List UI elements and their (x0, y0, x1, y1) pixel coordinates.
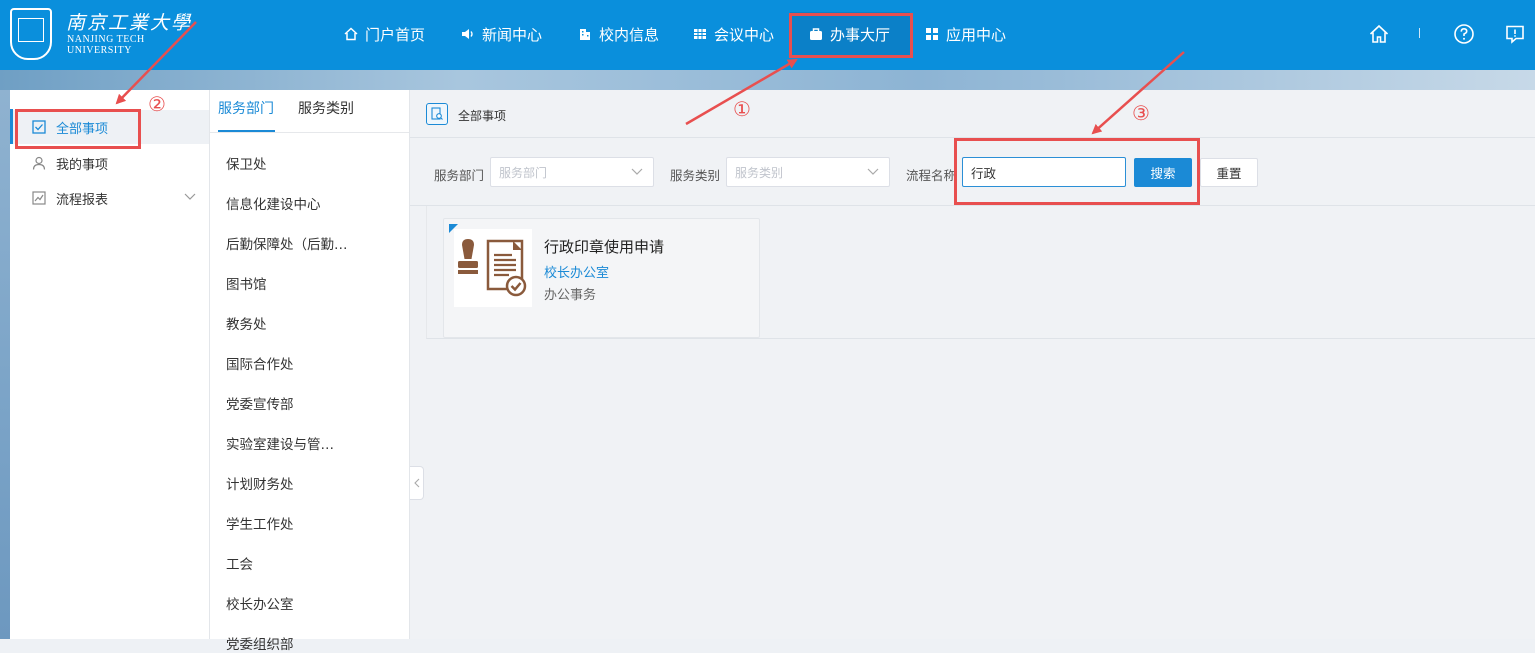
arrow-2 (115, 21, 197, 105)
annotation-number-2: ② (148, 92, 166, 116)
annotation-number-3: ③ (1132, 101, 1150, 125)
annotation-arrows (115, 21, 1185, 135)
annotation-number-1: ① (733, 97, 751, 121)
